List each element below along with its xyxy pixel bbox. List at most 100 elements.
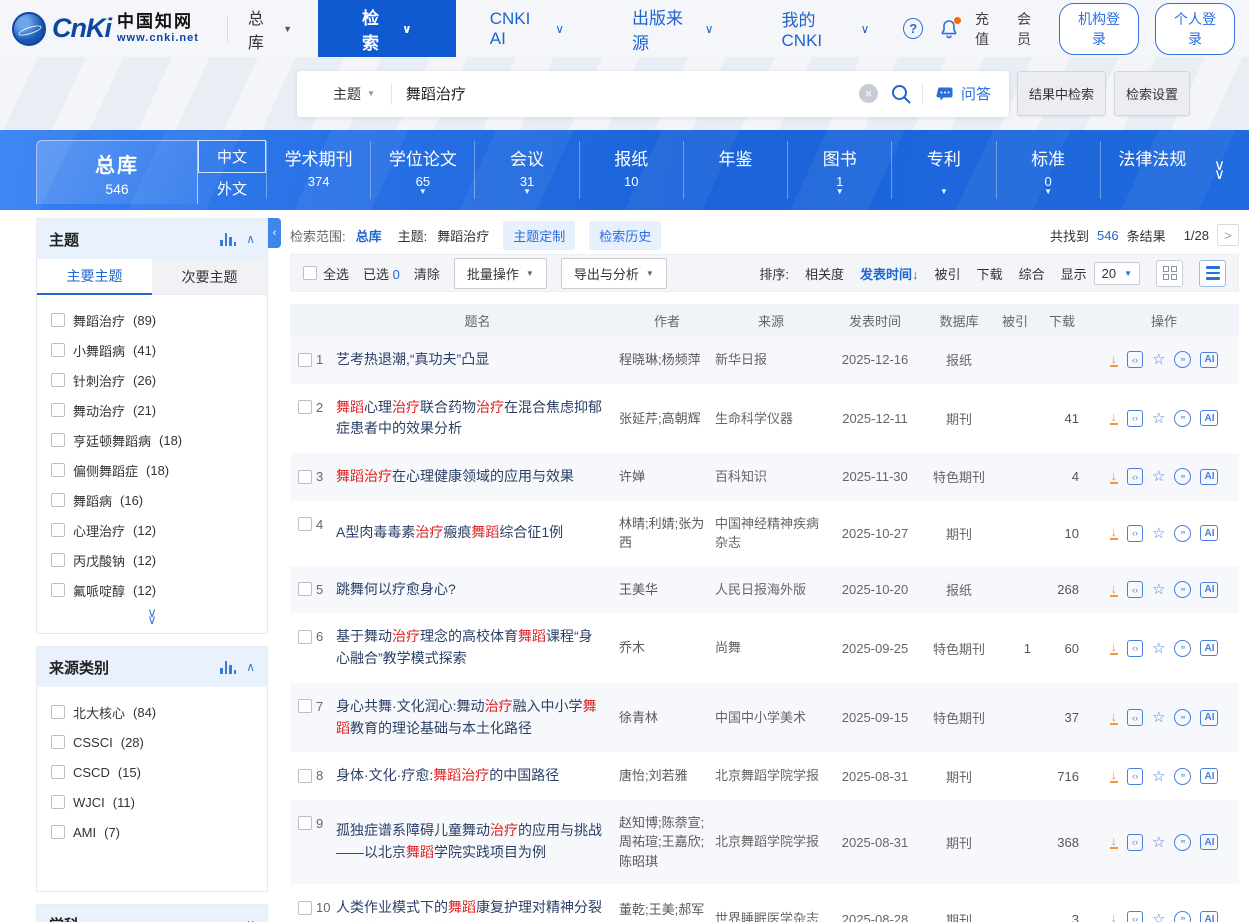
checkbox[interactable] — [51, 373, 65, 387]
filter-checkbox-item[interactable]: 舞蹈病 (16) — [51, 485, 253, 515]
ai-assistant-button[interactable]: AI — [1200, 768, 1218, 784]
checkbox[interactable] — [51, 523, 65, 537]
result-source[interactable]: 人民日报海外版 — [715, 580, 827, 600]
col-downloads[interactable]: 下载 — [1035, 311, 1089, 330]
ai-assistant-button[interactable]: AI — [1200, 710, 1218, 726]
col-date[interactable]: 发表时间 — [827, 311, 923, 330]
db-switch-dropdown[interactable]: 总库 ▼ — [242, 0, 318, 57]
filter-checkbox-item[interactable]: CSSCI (28) — [51, 727, 253, 757]
search-field-dropdown[interactable]: 主题 ▼ — [309, 84, 391, 104]
row-checkbox[interactable] — [298, 699, 312, 713]
ai-assistant-button[interactable]: AI — [1200, 410, 1218, 426]
col-database[interactable]: 数据库 — [923, 311, 995, 330]
quote-icon[interactable]: ” — [1174, 351, 1191, 368]
lang-tab-chinese[interactable]: 中文 — [198, 140, 266, 173]
db-tab[interactable]: 报纸 10 ▼ — [579, 141, 683, 199]
download-icon[interactable]: ↓ — [1110, 526, 1119, 540]
favorite-star-icon[interactable]: ☆ — [1152, 469, 1165, 484]
html-read-icon[interactable]: ‹› — [1127, 768, 1143, 785]
result-title-link[interactable]: 舞蹈心理治疗联合药物治疗在混合焦虑抑郁症患者中的效果分析 — [336, 397, 619, 440]
quote-icon[interactable]: ” — [1174, 834, 1191, 851]
quote-icon[interactable]: ” — [1174, 709, 1191, 726]
search-history-button[interactable]: 检索历史 — [589, 221, 661, 250]
favorite-star-icon[interactable]: ☆ — [1152, 352, 1165, 367]
sort-relevance[interactable]: 相关度 — [805, 264, 844, 283]
result-title-link[interactable]: 跳舞何以疗愈身心? — [336, 579, 619, 601]
result-source[interactable]: 生命科学仪器 — [715, 409, 827, 429]
sort-downloads[interactable]: 下载 — [977, 264, 1003, 283]
sort-publish-date[interactable]: 发表时间↓ — [860, 264, 919, 283]
favorite-star-icon[interactable]: ☆ — [1152, 582, 1165, 597]
html-read-icon[interactable]: ‹› — [1127, 468, 1143, 485]
checkbox[interactable] — [51, 313, 65, 327]
batch-operation-button[interactable]: 批量操作 ▼ — [454, 258, 547, 289]
db-tab[interactable]: 专利 ▼ — [891, 141, 995, 199]
grid-view-button[interactable] — [1156, 260, 1183, 287]
nav-tab-my-cnki[interactable]: 我的CNKI ∨ — [748, 0, 904, 57]
db-tab-total[interactable]: 总库 546 — [36, 140, 198, 204]
cnki-logo[interactable]: CnKi 中国知网 www.cnki.net — [0, 0, 213, 57]
filter-checkbox-item[interactable]: 氟哌啶醇 (12) — [51, 575, 253, 605]
col-cited[interactable]: 被引 — [995, 311, 1035, 330]
quote-icon[interactable]: ” — [1174, 581, 1191, 598]
col-source[interactable]: 来源 — [715, 311, 827, 330]
db-tab[interactable]: 法律法规 ▼ — [1100, 141, 1204, 199]
ai-assistant-button[interactable]: AI — [1200, 525, 1218, 541]
favorite-star-icon[interactable]: ☆ — [1152, 411, 1165, 426]
row-checkbox[interactable] — [298, 630, 312, 644]
html-read-icon[interactable]: ‹› — [1127, 525, 1143, 542]
qa-button[interactable]: 问答 — [923, 83, 997, 104]
result-authors[interactable]: 徐青林 — [619, 708, 715, 728]
col-title[interactable]: 题名 — [336, 311, 619, 330]
ai-assistant-button[interactable]: AI — [1200, 834, 1218, 850]
notification-bell-icon[interactable] — [939, 19, 959, 39]
download-icon[interactable]: ↓ — [1110, 711, 1119, 725]
quote-icon[interactable]: ” — [1174, 468, 1191, 485]
personal-login-button[interactable]: 个人登录 — [1155, 3, 1235, 55]
result-source[interactable]: 新华日报 — [715, 350, 827, 370]
result-source[interactable]: 百科知识 — [715, 467, 827, 487]
filter-checkbox-item[interactable]: 针刺治疗 (26) — [51, 365, 253, 395]
favorite-star-icon[interactable]: ☆ — [1152, 641, 1165, 656]
result-title-link[interactable]: 艺考热退潮,“真功夫”凸显 — [336, 349, 619, 371]
row-checkbox[interactable] — [298, 470, 312, 484]
result-source[interactable]: 世界睡眠医学杂志 — [715, 909, 827, 922]
filter-checkbox-item[interactable]: 丙戊酸钠 (12) — [51, 545, 253, 575]
result-source[interactable]: 北京舞蹈学院学报 — [715, 766, 827, 786]
html-read-icon[interactable]: ‹› — [1127, 709, 1143, 726]
favorite-star-icon[interactable]: ☆ — [1152, 769, 1165, 784]
download-icon[interactable]: ↓ — [1110, 353, 1119, 367]
html-read-icon[interactable]: ‹› — [1127, 581, 1143, 598]
quote-icon[interactable]: ” — [1174, 410, 1191, 427]
row-checkbox[interactable] — [298, 353, 312, 367]
filter-checkbox-item[interactable]: AMI (7) — [51, 817, 253, 847]
help-icon[interactable]: ? — [903, 18, 923, 39]
select-all-checkbox[interactable]: 全选 — [303, 264, 349, 283]
page-size-select[interactable]: 20 ▼ — [1094, 262, 1140, 285]
download-icon[interactable]: ↓ — [1110, 583, 1119, 597]
download-icon[interactable]: ↓ — [1110, 411, 1119, 425]
collapse-chevron-up-icon[interactable]: ∧ — [246, 232, 255, 246]
result-title-link[interactable]: 基于舞动治疗理念的高校体育舞蹈课程“身心融合”教学模式探索 — [336, 626, 619, 669]
checkbox[interactable] — [51, 795, 65, 809]
filter-checkbox-item[interactable]: 亨廷顿舞蹈病 (18) — [51, 425, 253, 455]
clear-search-icon[interactable]: × — [859, 84, 878, 103]
result-authors[interactable]: 许婵 — [619, 467, 715, 487]
checkbox[interactable] — [51, 403, 65, 417]
sidebar-collapse-icon[interactable]: ‹ — [268, 218, 281, 248]
download-icon[interactable]: ↓ — [1110, 641, 1119, 655]
row-checkbox[interactable] — [298, 769, 312, 783]
favorite-star-icon[interactable]: ☆ — [1152, 835, 1165, 850]
download-icon[interactable]: ↓ — [1110, 912, 1119, 922]
sort-cited[interactable]: 被引 — [935, 264, 961, 283]
row-checkbox[interactable] — [298, 582, 312, 596]
filter-checkbox-item[interactable]: 偏侧舞蹈症 (18) — [51, 455, 253, 485]
checkbox[interactable] — [51, 433, 65, 447]
result-source[interactable]: 中国中小学美术 — [715, 708, 827, 728]
result-authors[interactable]: 董乾;王美;郝军锋 — [619, 900, 715, 922]
checkbox[interactable] — [51, 553, 65, 567]
list-view-button[interactable] — [1199, 260, 1226, 287]
collapse-chevron-up-icon[interactable]: ∧ — [246, 660, 255, 674]
result-authors[interactable]: 程晓琳;杨频萍 — [619, 350, 715, 370]
expand-chevron-down-icon[interactable]: ∨ — [246, 917, 255, 922]
